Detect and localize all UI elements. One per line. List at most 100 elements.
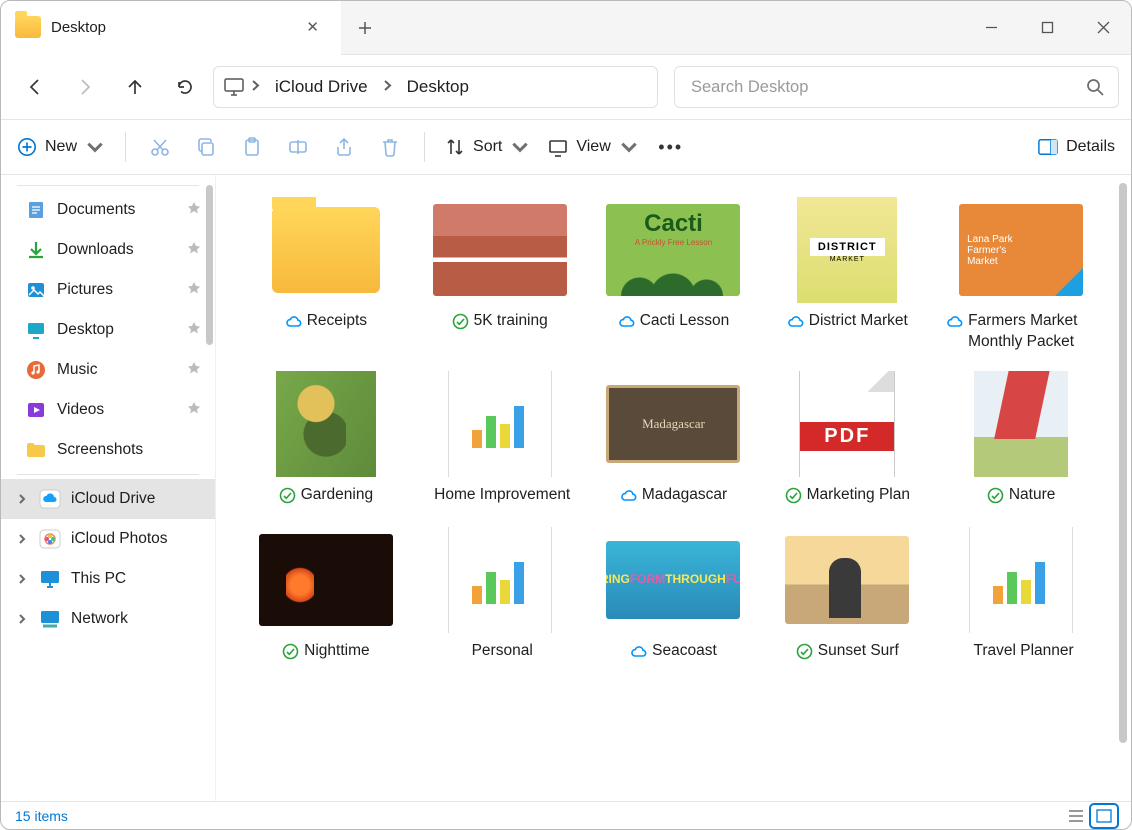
breadcrumb-desktop[interactable]: Desktop [399, 73, 477, 101]
nav-row: iCloud Drive Desktop [1, 55, 1131, 119]
file-item[interactable]: 5K training [418, 197, 582, 353]
new-label: New [45, 138, 77, 156]
file-item[interactable]: Sunset Surf [765, 527, 929, 665]
thumbnail: PDF [780, 371, 914, 477]
file-item[interactable]: Nature [939, 371, 1103, 509]
up-button[interactable] [113, 67, 157, 107]
sidebar-item-desktop[interactable]: Desktop [1, 310, 215, 350]
chevron-right-icon[interactable] [15, 534, 29, 544]
sidebar-item-documents[interactable]: Documents [1, 190, 215, 230]
thumbnail [259, 197, 393, 303]
synced-status-icon [796, 643, 813, 665]
sidebar-item-pictures[interactable]: Pictures [1, 270, 215, 310]
item-count: 15 items [15, 808, 68, 824]
paste-button[interactable] [230, 128, 274, 166]
sidebar-item-icloud-photos[interactable]: iCloud Photos [1, 519, 215, 559]
file-item[interactable]: Madagascar Madagascar [592, 371, 756, 509]
explorer-window: Desktop ✕ iCloud Drive Desktop [0, 0, 1132, 830]
pin-icon [187, 361, 201, 380]
cloud-status-icon [285, 313, 302, 335]
separator [17, 474, 199, 475]
copy-button[interactable] [184, 128, 228, 166]
sidebar-item-label: Screenshots [57, 441, 143, 459]
back-button[interactable] [13, 67, 57, 107]
chevron-down-icon [510, 137, 530, 157]
sidebar-item-screenshots[interactable]: Screenshots [1, 430, 215, 470]
search-input[interactable] [689, 77, 1086, 98]
new-tab-button[interactable] [341, 1, 389, 54]
refresh-button[interactable] [163, 67, 207, 107]
file-name: Personal [472, 641, 533, 662]
sidebar-item-icloud-drive[interactable]: iCloud Drive [1, 479, 215, 519]
icons-view-toggle[interactable] [1091, 805, 1117, 827]
content-scrollbar[interactable] [1119, 183, 1127, 743]
sidebar-item-label: Downloads [57, 241, 134, 259]
sort-button[interactable]: Sort [437, 128, 538, 166]
file-item[interactable]: Receipts [244, 197, 408, 353]
minimize-button[interactable] [963, 1, 1019, 54]
close-window-button[interactable] [1075, 1, 1131, 54]
chevron-right-icon [250, 78, 261, 96]
cloud-status-icon [787, 313, 804, 335]
desktop-icon [25, 319, 47, 341]
file-item[interactable]: Home Improvement [418, 371, 582, 509]
details-pane-button[interactable]: Details [1030, 128, 1123, 166]
breadcrumb-icloud-drive[interactable]: iCloud Drive [267, 73, 376, 101]
file-item[interactable]: EXPLORINGFORMTHROUGHFUNCTION Seacoast [592, 527, 756, 665]
cut-button[interactable] [138, 128, 182, 166]
synced-status-icon [452, 313, 469, 335]
thumbnail [433, 527, 567, 633]
thumbnail [954, 371, 1088, 477]
more-button[interactable]: ••• [649, 128, 693, 166]
thumbnail [954, 527, 1088, 633]
share-button[interactable] [322, 128, 366, 166]
rename-button[interactable] [276, 128, 320, 166]
sidebar-item-downloads[interactable]: Downloads [1, 230, 215, 270]
separator [17, 185, 199, 186]
separator [125, 132, 126, 162]
forward-button[interactable] [63, 67, 107, 107]
statusbar: 15 items [1, 801, 1131, 829]
address-bar[interactable]: iCloud Drive Desktop [213, 66, 658, 108]
close-tab-button[interactable]: ✕ [298, 14, 327, 40]
file-name: Gardening [301, 485, 373, 506]
chevron-right-icon[interactable] [15, 574, 29, 584]
sidebar-scrollbar[interactable] [206, 185, 213, 345]
new-button[interactable]: New [9, 128, 113, 166]
view-button[interactable]: View [540, 128, 646, 166]
file-name: Travel Planner [973, 641, 1073, 662]
maximize-button[interactable] [1019, 1, 1075, 54]
sidebar-item-videos[interactable]: Videos [1, 390, 215, 430]
network-icon [39, 608, 61, 630]
chevron-down-icon [619, 137, 639, 157]
file-name: Cacti Lesson [640, 311, 730, 332]
tab-desktop[interactable]: Desktop ✕ [1, 1, 341, 55]
chevron-right-icon[interactable] [15, 614, 29, 624]
file-item[interactable]: Personal [418, 527, 582, 665]
file-item[interactable]: Gardening [244, 371, 408, 509]
sidebar-item-label: This PC [71, 570, 126, 588]
delete-button[interactable] [368, 128, 412, 166]
titlebar: Desktop ✕ [1, 1, 1131, 55]
file-name: Marketing Plan [807, 485, 910, 506]
sidebar-item-network[interactable]: Network [1, 599, 215, 639]
file-item[interactable]: DISTRICTMARKET District Market [765, 197, 929, 353]
file-item[interactable]: Lana ParkFarmer's Market Farmers Market … [939, 197, 1103, 353]
file-item[interactable]: Travel Planner [939, 527, 1103, 665]
cloud-status-icon [946, 313, 963, 335]
details-view-toggle[interactable] [1063, 805, 1089, 827]
file-item[interactable]: PDF Marketing Plan [765, 371, 929, 509]
chevron-right-icon[interactable] [15, 494, 29, 504]
file-name: Seacoast [652, 641, 717, 662]
thumbnail: Madagascar [606, 371, 740, 477]
search-box[interactable] [674, 66, 1119, 108]
thumbnail [259, 371, 393, 477]
sidebar-item-music[interactable]: Music [1, 350, 215, 390]
sidebar-item-this-pc[interactable]: This PC [1, 559, 215, 599]
thumbnail [780, 527, 914, 633]
file-item[interactable]: CactiA Prickly Free Lesson Cacti Lesson [592, 197, 756, 353]
thumbnail: DISTRICTMARKET [780, 197, 914, 303]
file-item[interactable]: Nighttime [244, 527, 408, 665]
file-name: Sunset Surf [818, 641, 899, 662]
cloud-status-icon [630, 643, 647, 665]
